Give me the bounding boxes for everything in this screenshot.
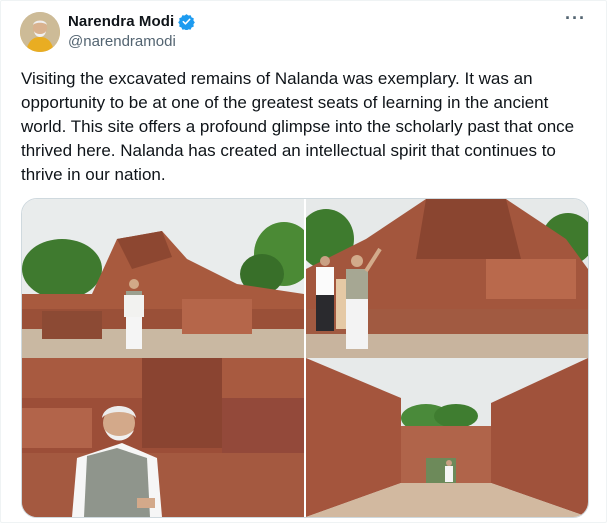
photo-corridor[interactable] <box>306 358 588 517</box>
author-display-name[interactable]: Narendra Modi <box>68 13 174 30</box>
verified-badge-icon <box>178 13 196 31</box>
photo-ruins-group[interactable] <box>306 199 588 358</box>
author-avatar[interactable] <box>20 12 60 52</box>
photo-ruins-front[interactable] <box>22 199 304 358</box>
tweet-text: Visiting the excavated remains of Naland… <box>21 69 575 184</box>
photo-closeup[interactable] <box>22 358 304 517</box>
author-name-row: Narendra Modi <box>68 13 196 31</box>
media-grid[interactable] <box>21 198 589 518</box>
more-options-icon[interactable]: ··· <box>565 9 585 30</box>
author-handle[interactable]: @narendramodi <box>68 33 176 50</box>
